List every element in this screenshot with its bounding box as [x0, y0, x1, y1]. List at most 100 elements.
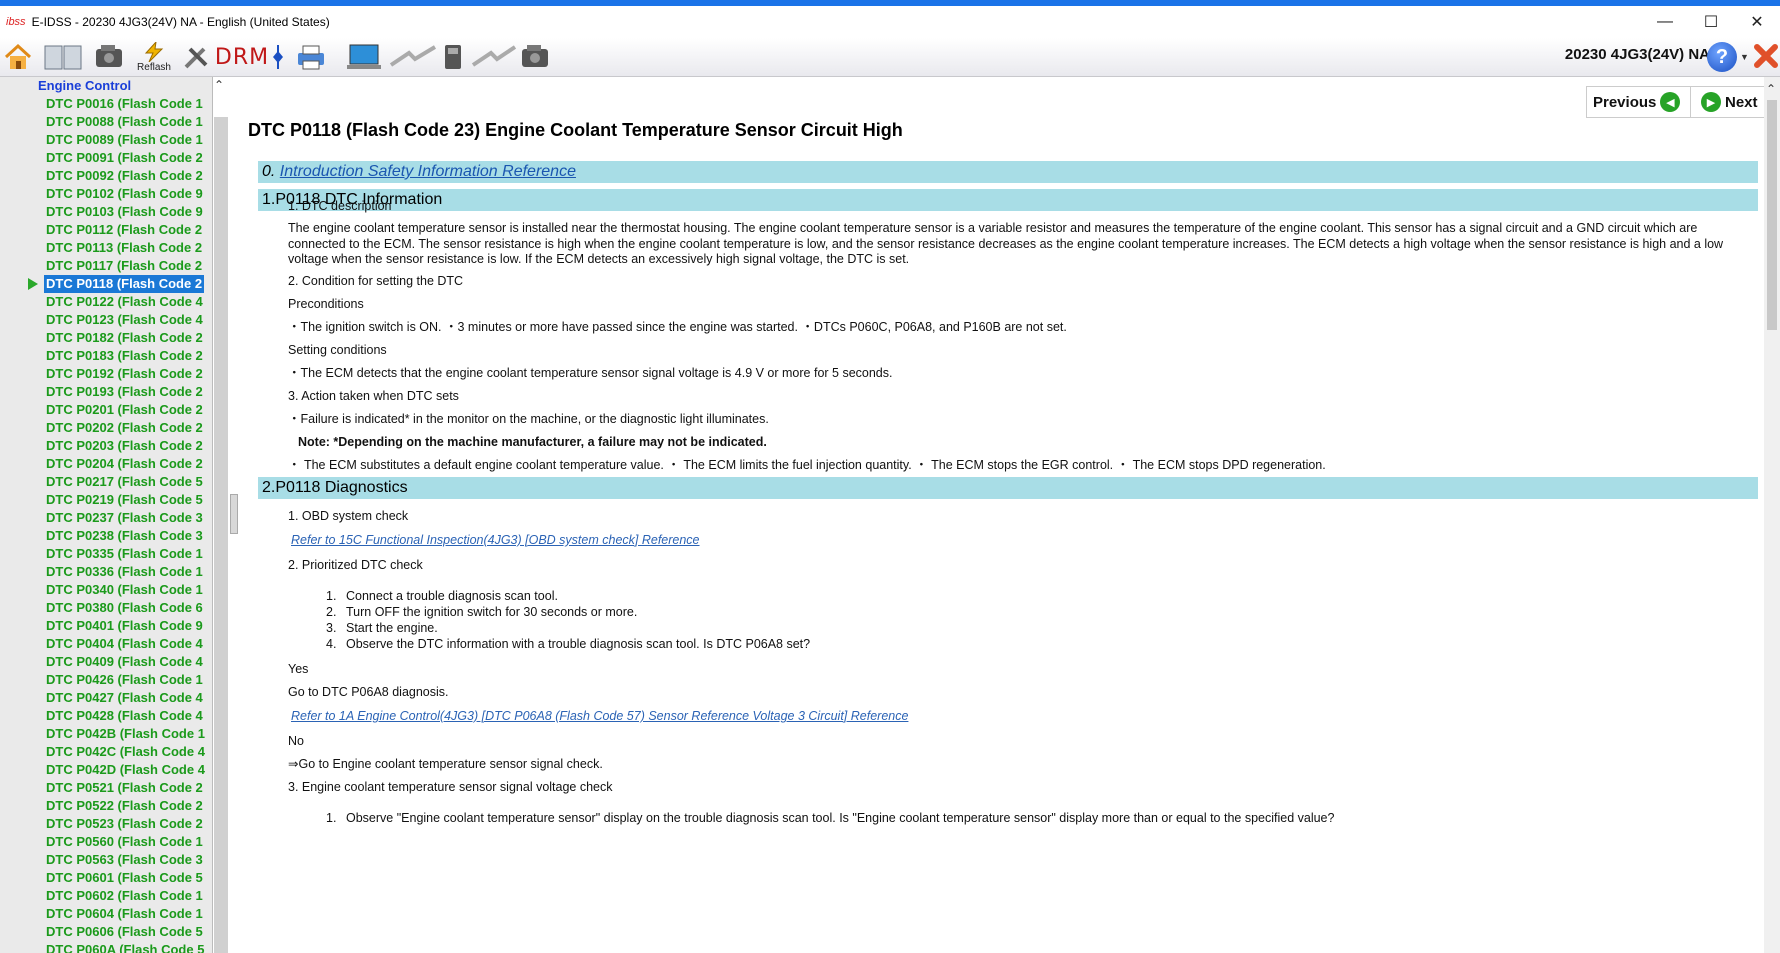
content-scroll-thumb[interactable]: [1767, 100, 1777, 330]
sidebar-item[interactable]: DTC P0602 (Flash Code 1: [0, 887, 212, 905]
sidebar-item[interactable]: DTC P0193 (Flash Code 2: [0, 383, 212, 401]
sidebar-item[interactable]: DTC P0092 (Flash Code 2: [0, 167, 212, 185]
sidebar-item[interactable]: DTC P0089 (Flash Code 1: [0, 131, 212, 149]
sidebar-item[interactable]: DTC P0182 (Flash Code 2: [0, 329, 212, 347]
previous-button[interactable]: Previous ◀: [1586, 86, 1692, 118]
sidebar-item[interactable]: DTC P0183 (Flash Code 2: [0, 347, 212, 365]
note-text: Note: *Depending on the machine manufact…: [298, 435, 767, 449]
obd-check-heading: 1. OBD system check: [288, 509, 409, 523]
sidebar-item[interactable]: DTC P0336 (Flash Code 1: [0, 563, 212, 581]
sidebar-item[interactable]: DTC P0560 (Flash Code 1: [0, 833, 212, 851]
sidebar-scroll-up-icon[interactable]: ⌃: [214, 78, 224, 92]
sidebar-item[interactable]: DTC P042C (Flash Code 4: [0, 743, 212, 761]
p06a8-reference-link[interactable]: Refer to 1A Engine Control(4JG3) [DTC P0…: [291, 709, 908, 723]
maximize-button[interactable]: ☐: [1688, 6, 1734, 38]
next-button[interactable]: ▶ Next: [1690, 86, 1764, 118]
tree-header[interactable]: Engine Control: [38, 78, 131, 93]
sidebar-item-label: DTC P0203 (Flash Code 2: [46, 438, 203, 453]
sidebar-item[interactable]: DTC P0523 (Flash Code 2: [0, 815, 212, 833]
sidebar-item[interactable]: DTC P0091 (Flash Code 2: [0, 149, 212, 167]
safety-info-link[interactable]: Introduction Safety Information Referenc…: [280, 163, 576, 180]
sidebar-item[interactable]: DTC P0409 (Flash Code 4: [0, 653, 212, 671]
sidebar-item[interactable]: DTC P0604 (Flash Code 1: [0, 905, 212, 923]
yes-label: Yes: [288, 662, 309, 676]
home-button[interactable]: [2, 41, 34, 73]
sidebar-item[interactable]: DTC P0102 (Flash Code 9: [0, 185, 212, 203]
help-dropdown-icon[interactable]: ▼: [1740, 52, 1749, 62]
close-window-button[interactable]: ✕: [1734, 6, 1780, 38]
sidebar-item-label: DTC P042D (Flash Code 4: [46, 762, 205, 777]
sidebar-item[interactable]: DTC P0426 (Flash Code 1: [0, 671, 212, 689]
action-text: ・Failure is indicated* in the monitor on…: [288, 412, 769, 426]
preconditions-label: Preconditions: [288, 297, 364, 311]
sidebar-item[interactable]: DTC P042B (Flash Code 1: [0, 725, 212, 743]
sidebar-item[interactable]: DTC P0088 (Flash Code 1: [0, 113, 212, 131]
sidebar-item-label: DTC P0193 (Flash Code 2: [46, 384, 203, 399]
content-scroll-up-icon[interactable]: ⌃: [1766, 82, 1776, 96]
sidebar-item[interactable]: DTC P0112 (Flash Code 2: [0, 221, 212, 239]
sidebar-item[interactable]: DTC P0016 (Flash Code 1: [0, 95, 212, 113]
tree-list: DTC P0016 (Flash Code 1 DTC P0088 (Flash …: [0, 95, 212, 953]
ect-step-text: Observe "Engine coolant temperature sens…: [346, 811, 1335, 825]
action-heading: 3. Action taken when DTC sets: [288, 389, 459, 403]
sidebar-item[interactable]: DTC P0122 (Flash Code 4: [0, 293, 212, 311]
sidebar-item-label: DTC P0089 (Flash Code 1: [46, 132, 203, 147]
list-item: 3. Start the engine.: [326, 621, 438, 635]
sidebar-item[interactable]: DTC P0335 (Flash Code 1: [0, 545, 212, 563]
separator-arrow: [270, 41, 286, 73]
sidebar-item[interactable]: DTC P0428 (Flash Code 4: [0, 707, 212, 725]
list-item: 2. Turn OFF the ignition switch for 30 se…: [326, 605, 638, 619]
reflash-label: Reflash: [137, 61, 171, 73]
sidebar-item[interactable]: DTC P0203 (Flash Code 2: [0, 437, 212, 455]
window-title: E-IDSS - 20230 4JG3(24V) NA - English (U…: [31, 15, 330, 29]
close-app-icon[interactable]: [1752, 42, 1780, 72]
sidebar-item[interactable]: DTC P0238 (Flash Code 3: [0, 527, 212, 545]
prioritized-check-heading: 2. Prioritized DTC check: [288, 558, 423, 572]
sidebar-item[interactable]: DTC P0123 (Flash Code 4: [0, 311, 212, 329]
sidebar-item[interactable]: DTC P0521 (Flash Code 2: [0, 779, 212, 797]
sidebar-item[interactable]: DTC P0217 (Flash Code 5: [0, 473, 212, 491]
device-button[interactable]: [438, 41, 468, 73]
tools-button[interactable]: [180, 41, 214, 73]
engine-button-2[interactable]: [518, 41, 554, 73]
sidebar-item[interactable]: DTC P0401 (Flash Code 9: [0, 617, 212, 635]
book-icon: [44, 45, 82, 70]
sidebar-item[interactable]: DTC P042D (Flash Code 4: [0, 761, 212, 779]
sidebar-item[interactable]: DTC P0340 (Flash Code 1: [0, 581, 212, 599]
sidebar-item[interactable]: DTC P0380 (Flash Code 6: [0, 599, 212, 617]
sidebar-item[interactable]: DTC P0237 (Flash Code 3: [0, 509, 212, 527]
sidebar-item[interactable]: DTC P0601 (Flash Code 5: [0, 869, 212, 887]
sidebar-item-label: DTC P0201 (Flash Code 2: [46, 402, 203, 417]
drm-button[interactable]: DRM: [215, 41, 268, 73]
reflash-button[interactable]: Reflash: [134, 41, 174, 73]
sidebar-item[interactable]: DTC P0427 (Flash Code 4: [0, 689, 212, 707]
sidebar-item-label: DTC P0102 (Flash Code 9: [46, 186, 203, 201]
sidebar-item[interactable]: DTC P0192 (Flash Code 2: [0, 365, 212, 383]
sidebar-item[interactable]: DTC P0118 (Flash Code 2: [0, 275, 212, 293]
obd-reference-link[interactable]: Refer to 15C Functional Inspection(4JG3)…: [291, 533, 700, 547]
monitor-button[interactable]: [344, 41, 384, 73]
sidebar-item[interactable]: DTC P0204 (Flash Code 2: [0, 455, 212, 473]
print-button[interactable]: [292, 41, 330, 73]
sidebar-item[interactable]: DTC P0522 (Flash Code 2: [0, 797, 212, 815]
sidebar-item[interactable]: DTC P0404 (Flash Code 4: [0, 635, 212, 653]
help-icon[interactable]: ?: [1707, 42, 1737, 72]
section-0-header: 0. Introduction Safety Information Refer…: [258, 161, 1758, 183]
sidebar-item[interactable]: DTC P0219 (Flash Code 5: [0, 491, 212, 509]
engine-button[interactable]: [92, 41, 128, 73]
sidebar-scrollbar[interactable]: [214, 117, 228, 953]
sidebar-item-label: DTC P0336 (Flash Code 1: [46, 564, 203, 579]
sidebar-item[interactable]: DTC P0117 (Flash Code 2: [0, 257, 212, 275]
sidebar-item[interactable]: DTC P0103 (Flash Code 9: [0, 203, 212, 221]
manual-button[interactable]: [42, 41, 84, 73]
sidebar-item[interactable]: DTC P0201 (Flash Code 2: [0, 401, 212, 419]
sidebar-item[interactable]: DTC P0606 (Flash Code 5: [0, 923, 212, 941]
sidebar-item[interactable]: DTC P0202 (Flash Code 2: [0, 419, 212, 437]
sidebar-item[interactable]: DTC P060A (Flash Code 5: [0, 941, 212, 953]
sidebar-item[interactable]: DTC P0563 (Flash Code 3: [0, 851, 212, 869]
step-text: Start the engine.: [346, 621, 438, 635]
ecm-actions-text: ・ The ECM substitutes a default engine c…: [288, 458, 1326, 472]
app-logo: ibss: [6, 16, 26, 28]
minimize-button[interactable]: —: [1642, 6, 1688, 38]
sidebar-item[interactable]: DTC P0113 (Flash Code 2: [0, 239, 212, 257]
